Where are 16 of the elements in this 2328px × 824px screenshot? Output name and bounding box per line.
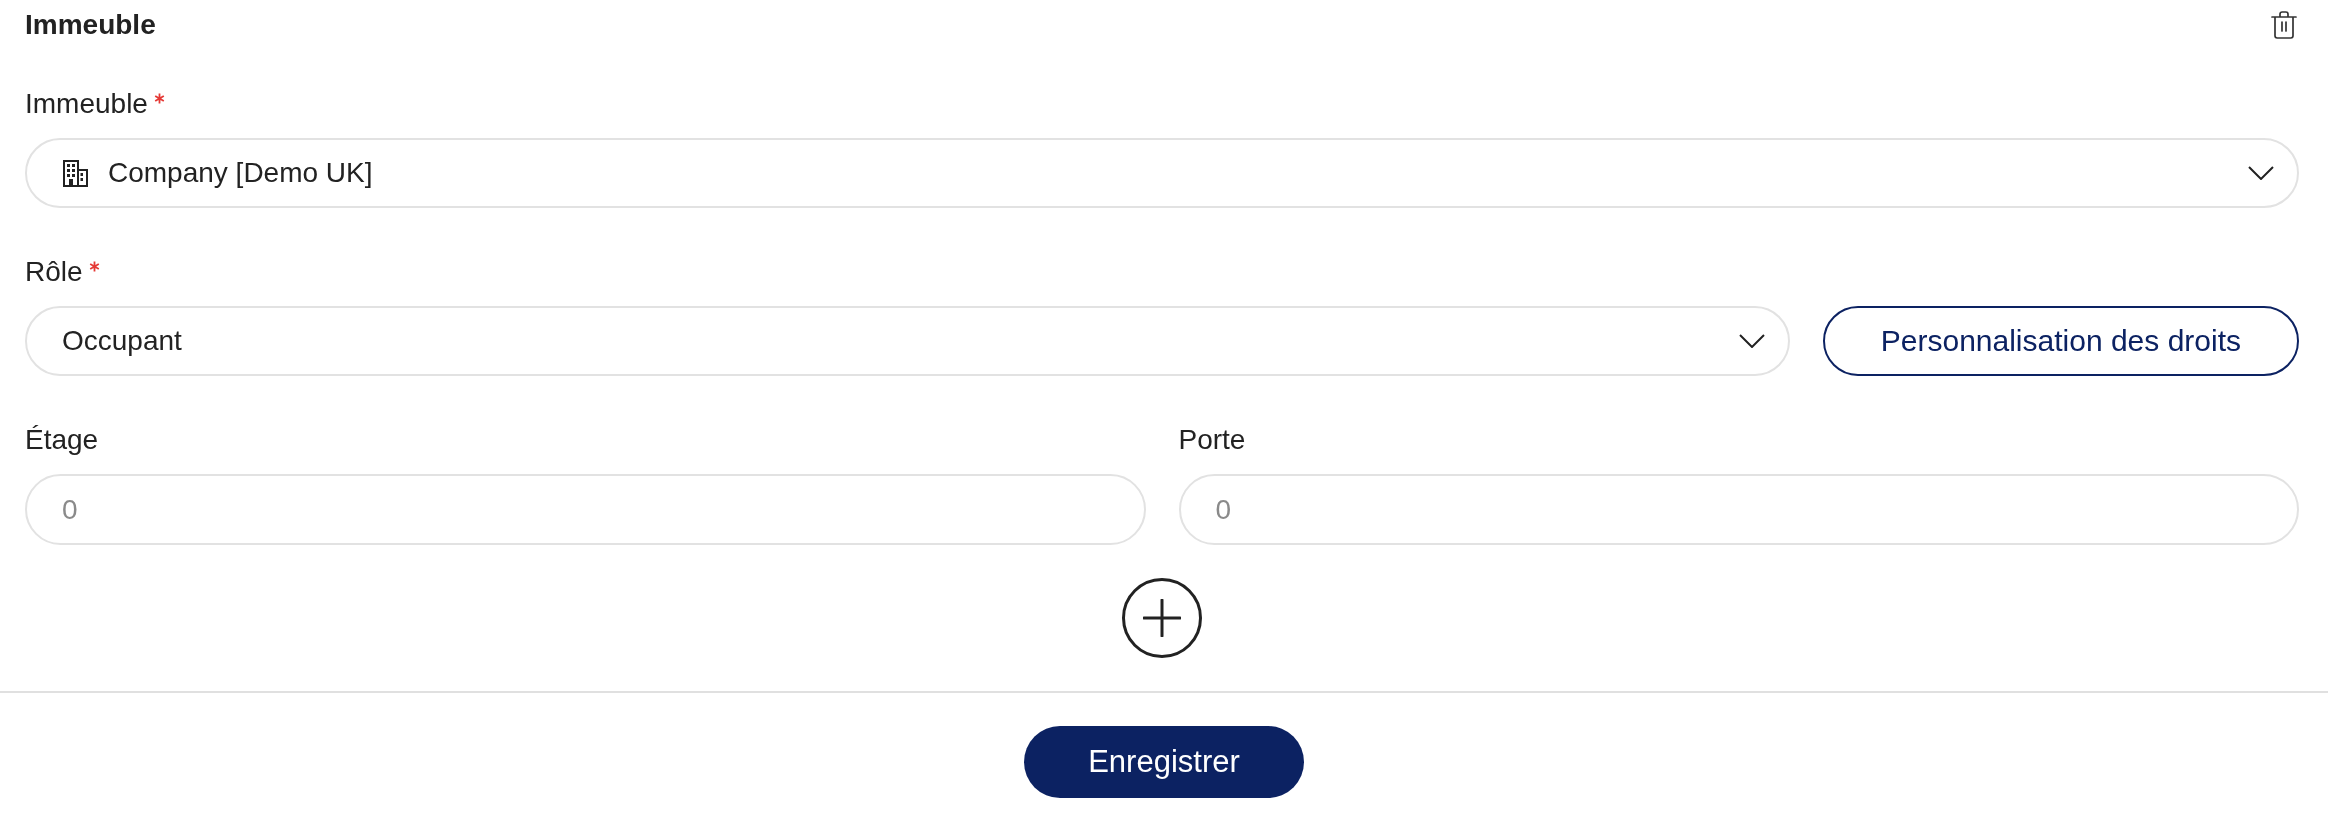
field-label: Étage	[25, 423, 99, 457]
trash-icon[interactable]	[2271, 11, 2297, 39]
field-label: Porte	[1178, 423, 1246, 457]
save-button[interactable]: Enregistrer	[1024, 726, 1304, 798]
building-select[interactable]: Company [Demo UK]	[25, 138, 2299, 208]
section-title: Immeuble	[25, 8, 156, 42]
input-field[interactable]: 0	[25, 474, 1146, 545]
rights-button[interactable]: Personnalisation des droits	[1822, 306, 2299, 376]
building-icon	[63, 159, 88, 187]
chevron-down-icon	[1738, 334, 1765, 348]
plus-icon	[1143, 599, 1181, 637]
field-label: Rôle	[25, 255, 83, 289]
input-field[interactable]: 0	[1178, 474, 2299, 545]
role-select[interactable]: Occupant	[25, 306, 1790, 376]
chevron-down-icon	[2248, 166, 2274, 180]
field-label: Immeuble	[25, 87, 148, 121]
